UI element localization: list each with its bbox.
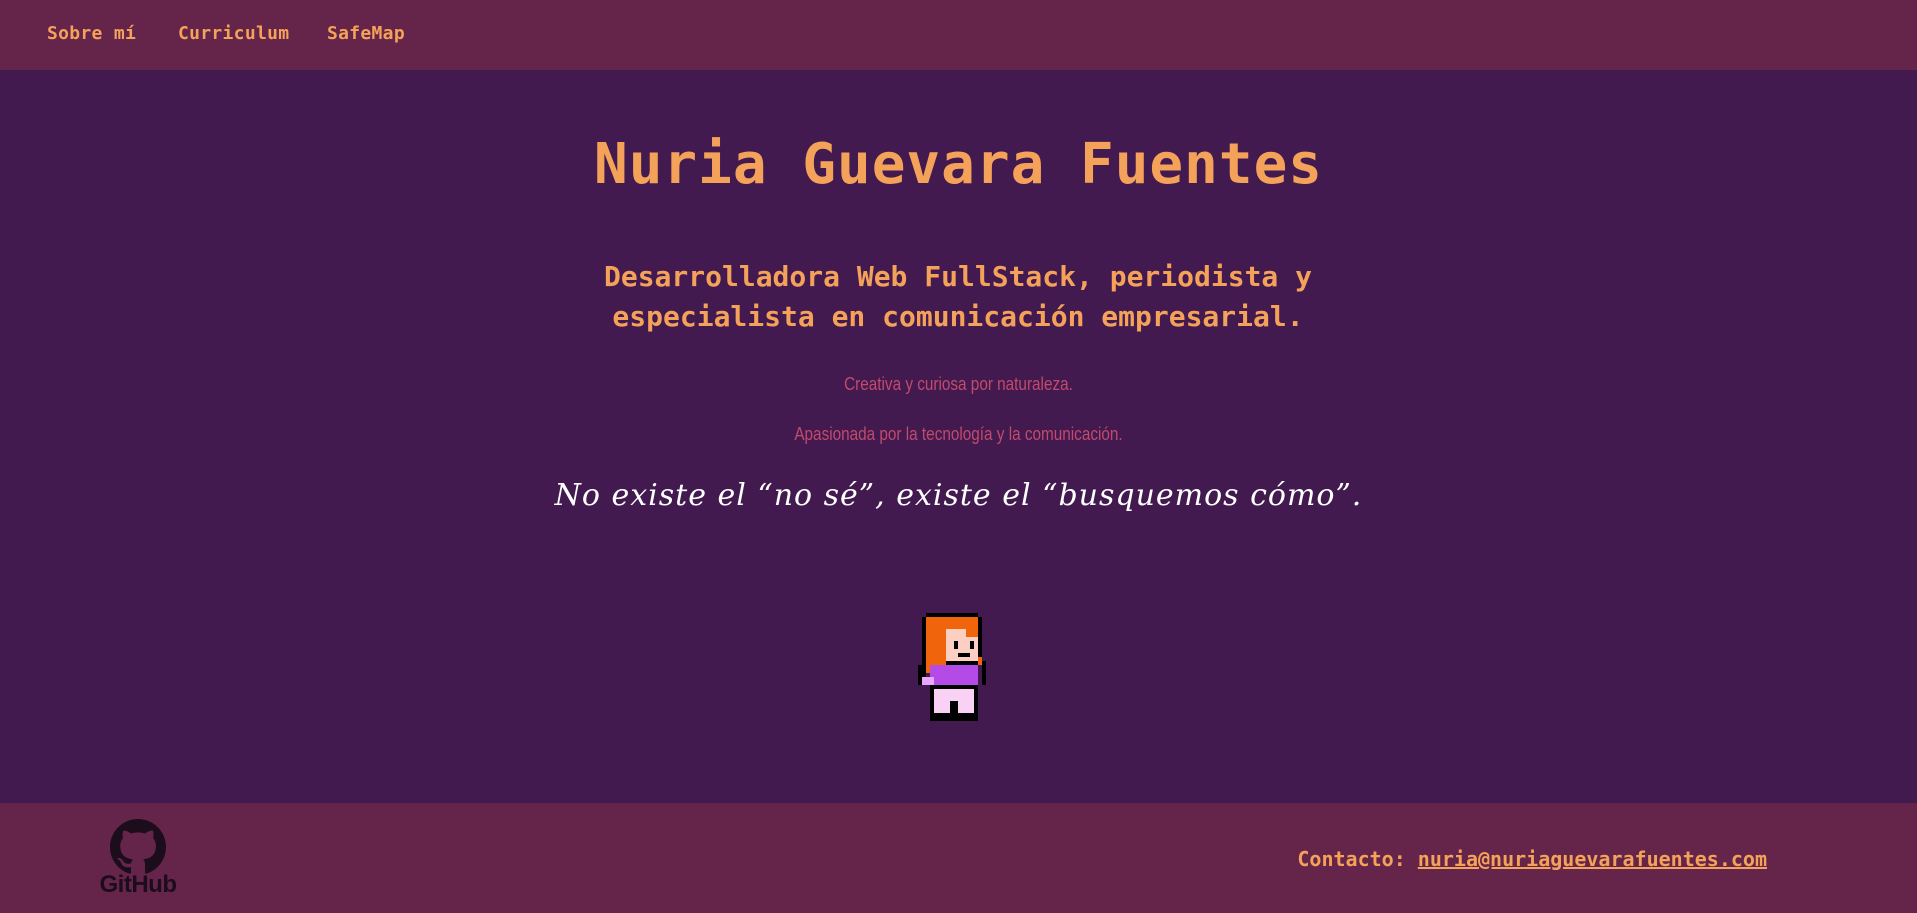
top-nav: Sobre mí Curriculum SafeMap: [0, 0, 1917, 70]
tagline-apasionada: Apasionada por la tecnología y la comuni…: [794, 424, 1123, 444]
footer: GitHub Contacto: nuria@nuriaguevarafuent…: [0, 803, 1917, 913]
nav-link-curriculum[interactable]: Curriculum: [178, 23, 289, 44]
nav-link-sobre-mi[interactable]: Sobre mí: [47, 23, 136, 44]
motto-quote: No existe el “no sé”, existe el “busquem…: [554, 478, 1363, 513]
github-link[interactable]: GitHub: [96, 819, 180, 903]
pixel-girl-avatar: [918, 613, 986, 721]
nav-link-safemap[interactable]: SafeMap: [327, 23, 405, 44]
contact-email-link[interactable]: nuria@nuriaguevarafuentes.com: [1418, 847, 1767, 871]
contact-info: Contacto: nuria@nuriaguevarafuentes.com: [1297, 847, 1767, 871]
github-label: GitHub: [99, 871, 177, 898]
contact-prefix: Contacto:: [1297, 847, 1406, 871]
github-icon: [110, 819, 166, 874]
main-content: Nuria Guevara Fuentes Desarrolladora Web…: [0, 70, 1917, 803]
tagline-creativa: Creativa y curiosa por naturaleza.: [844, 374, 1073, 394]
page-title: Nuria Guevara Fuentes: [593, 132, 1323, 197]
subtitle: Desarrolladora Web FullStack, periodista…: [603, 260, 1312, 333]
